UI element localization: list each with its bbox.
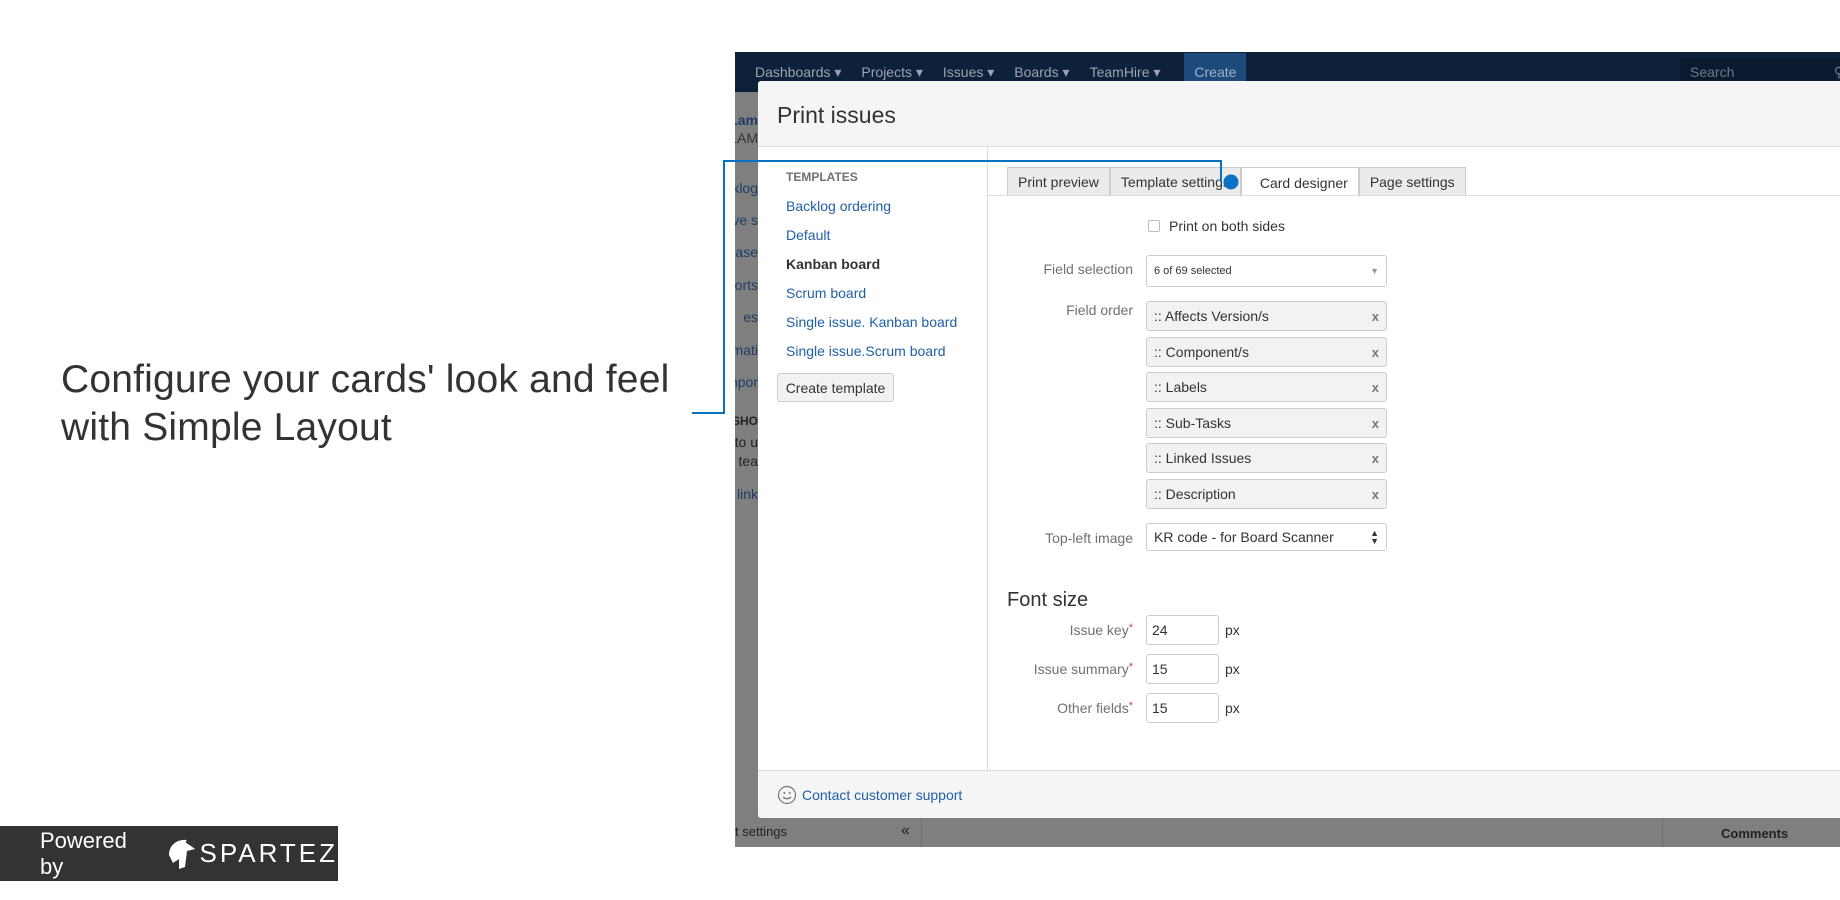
- contact-support-link[interactable]: Contact customer support: [777, 785, 962, 805]
- field-order-item[interactable]: :: Component/s x: [1146, 337, 1387, 367]
- sidebar-item[interactable]: orts: [735, 277, 758, 293]
- tab-bar: Print preview Template settings Card des…: [1007, 167, 1466, 197]
- spartan-helmet-icon: [169, 839, 196, 869]
- field-order-item[interactable]: :: Sub-Tasks x: [1146, 408, 1387, 438]
- other-fields-label: Other fields: [1057, 700, 1129, 716]
- tab-card-designer[interactable]: Card designer: [1240, 167, 1359, 197]
- sidebar-text: e tea: [735, 453, 758, 469]
- remove-icon[interactable]: x: [1372, 345, 1379, 360]
- print-both-sides-label: Print on both sides: [1169, 218, 1285, 234]
- sidebar-item[interactable]: klog: [735, 180, 758, 196]
- select-arrows-icon: ▲ ▼: [1370, 528, 1379, 546]
- dialog-title: Print issues: [777, 102, 896, 128]
- nav-teamhire[interactable]: TeamHire ▾: [1090, 64, 1161, 81]
- required-mark: *: [1128, 622, 1133, 634]
- powered-by-badge: Powered by SPARTEZ: [0, 826, 338, 881]
- remove-icon[interactable]: x: [1372, 487, 1379, 502]
- nav-dashboards[interactable]: Dashboards ▾: [755, 64, 841, 81]
- field-selection-label: Field selection: [1043, 261, 1134, 277]
- brand-text: SPARTEZ: [199, 838, 338, 868]
- issue-key-input[interactable]: 24: [1146, 615, 1219, 645]
- template-single-issue-kanban[interactable]: Single issue. Kanban board: [786, 314, 957, 330]
- field-order-item[interactable]: :: Labels x: [1146, 372, 1387, 402]
- required-mark: *: [1128, 661, 1133, 673]
- template-kanban-board[interactable]: Kanban board: [786, 256, 880, 272]
- field-order-item[interactable]: :: Linked Issues x: [1146, 443, 1387, 473]
- field-order-label: Field order: [1066, 302, 1133, 318]
- tab-template-settings[interactable]: Template settings: [1109, 167, 1241, 196]
- shortcuts-heading: SHO: [735, 414, 758, 428]
- sidebar-item[interactable]: ve s: [735, 212, 758, 228]
- field-order-item[interactable]: :: Description x: [1146, 479, 1387, 509]
- comments-tab[interactable]: Comments: [1721, 826, 1788, 841]
- issue-key-label: Issue key: [1069, 622, 1129, 638]
- project-key: LAM: [735, 130, 758, 146]
- template-default[interactable]: Default: [786, 227, 830, 243]
- collapse-sidebar-icon[interactable]: «: [901, 822, 910, 840]
- field-selection-value: 6 of 69 selected: [1154, 265, 1232, 277]
- nav-issues[interactable]: Issues ▾: [943, 64, 994, 81]
- caption-line-2: with Simple Layout: [61, 406, 392, 449]
- smiley-icon: [777, 785, 797, 805]
- print-both-sides-checkbox[interactable]: [1148, 220, 1160, 232]
- search-icon: ⚲: [1833, 64, 1840, 80]
- issue-summary-label: Issue summary: [1033, 661, 1129, 677]
- powered-by-text: Powered by: [40, 827, 127, 879]
- remove-icon[interactable]: x: [1372, 309, 1379, 324]
- remove-icon[interactable]: x: [1372, 416, 1379, 431]
- print-both-sides: Print on both sides: [1148, 218, 1285, 234]
- sidebar-fragments: Lam LAM klog ve s ase orts es mati npor …: [735, 92, 758, 847]
- remove-icon[interactable]: x: [1372, 380, 1379, 395]
- caption-line-1: Configure your cards' look and feel: [61, 358, 670, 401]
- unit-label: px: [1225, 622, 1240, 638]
- divider: [921, 818, 922, 847]
- spartez-logo: SPARTEZ: [165, 837, 338, 871]
- feature-caption: Configure your cards' look and feel with…: [61, 356, 669, 452]
- template-backlog-ordering[interactable]: Backlog ordering: [786, 198, 891, 214]
- project-name: Lam: [735, 112, 758, 128]
- nav-boards[interactable]: Boards ▾: [1014, 64, 1069, 81]
- remove-icon[interactable]: x: [1372, 451, 1379, 466]
- divider: [1662, 818, 1663, 847]
- print-issues-dialog: Print issues TEMPLATES Backlog ordering …: [758, 81, 1840, 818]
- sidebar-link[interactable]: link: [737, 486, 758, 502]
- dialog-header: Print issues: [758, 81, 1840, 147]
- top-left-image-label: Top-left image: [1045, 530, 1133, 546]
- top-left-image-value: KR code - for Board Scanner: [1154, 529, 1334, 545]
- sidebar-item[interactable]: es: [743, 309, 758, 325]
- create-template-button[interactable]: Create template: [777, 373, 894, 402]
- templates-heading: TEMPLATES: [786, 170, 858, 184]
- bottom-bar: t settings « Comments: [735, 818, 1840, 847]
- nav-projects[interactable]: Projects ▾: [861, 64, 923, 81]
- top-left-image-select[interactable]: KR code - for Board Scanner ▲ ▼: [1146, 523, 1387, 551]
- sidebar-item[interactable]: npor: [735, 374, 758, 390]
- sidebar-text: to u: [735, 434, 758, 450]
- unit-label: px: [1225, 700, 1240, 716]
- dialog-footer: Contact customer support: [758, 770, 1840, 818]
- tab-print-preview[interactable]: Print preview: [1007, 167, 1110, 196]
- other-fields-input[interactable]: 15: [1146, 693, 1219, 723]
- field-order-item[interactable]: :: Affects Version/s x: [1146, 301, 1387, 331]
- settings-link[interactable]: t settings: [735, 824, 787, 839]
- issue-summary-input[interactable]: 15: [1146, 654, 1219, 684]
- sidebar-item[interactable]: mati: [735, 342, 758, 358]
- font-size-heading: Font size: [1007, 589, 1089, 611]
- chevron-down-icon: ▼: [1370, 266, 1379, 276]
- required-mark: *: [1128, 700, 1133, 712]
- tab-divider: [988, 195, 1840, 196]
- unit-label: px: [1225, 661, 1240, 677]
- template-scrum-board[interactable]: Scrum board: [786, 285, 866, 301]
- template-single-issue-scrum[interactable]: Single issue.Scrum board: [786, 343, 946, 359]
- sidebar-item[interactable]: ase: [735, 244, 758, 260]
- field-selection-dropdown[interactable]: 6 of 69 selected ▼: [1146, 255, 1387, 287]
- tab-page-settings[interactable]: Page settings: [1358, 167, 1466, 196]
